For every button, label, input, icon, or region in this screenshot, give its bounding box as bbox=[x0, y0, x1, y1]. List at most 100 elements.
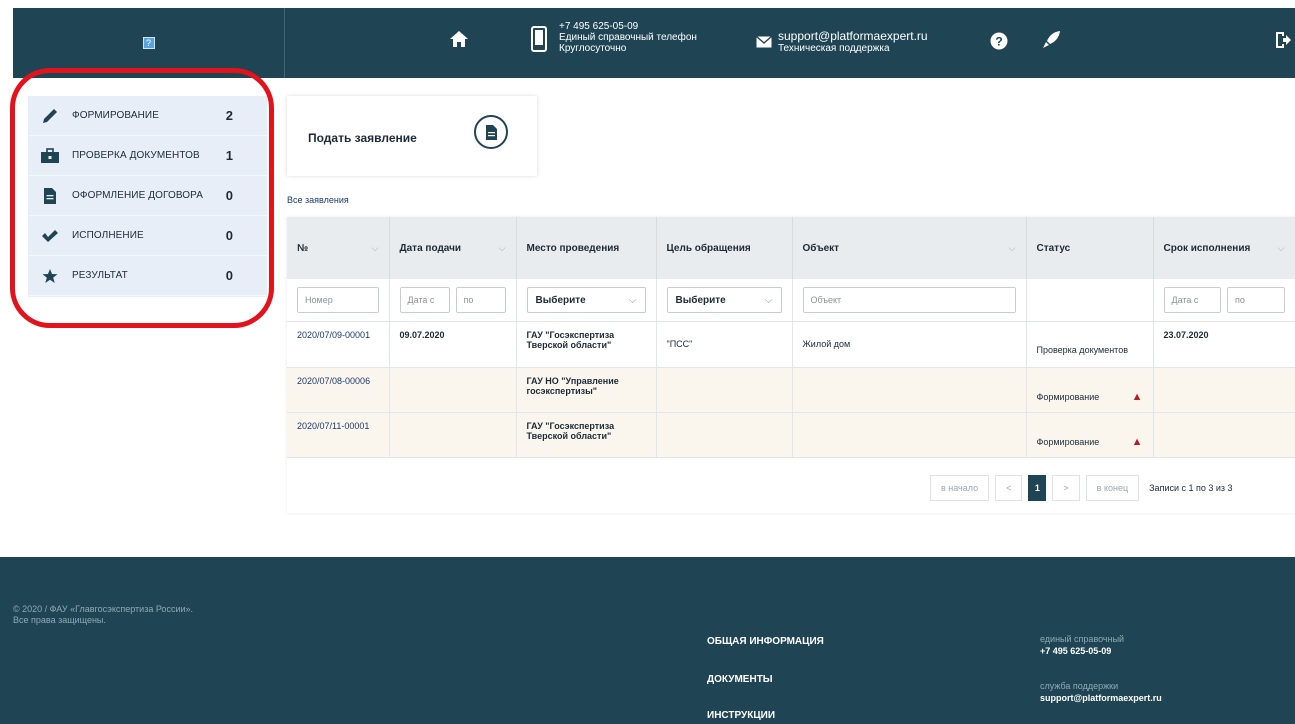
footer-support-value[interactable]: support@platformaexpert.ru bbox=[1040, 693, 1162, 703]
logo-icon[interactable]: ? bbox=[142, 37, 155, 49]
card-title: Подать заявление bbox=[308, 131, 417, 145]
rocket-icon[interactable] bbox=[1040, 29, 1062, 51]
new-application-button[interactable] bbox=[474, 115, 508, 149]
page-1-button[interactable]: 1 bbox=[1028, 475, 1047, 501]
pagination: в начало < 1 > в конец Записи с 1 по 3 и… bbox=[930, 475, 1233, 501]
column-header-goal[interactable]: Цель обращения bbox=[656, 217, 793, 279]
sidebar-item-label: ФОРМИРОВАНИЕ bbox=[72, 110, 159, 121]
application-number-link[interactable]: 2020/07/11-00001 bbox=[297, 421, 369, 431]
pen-icon bbox=[28, 107, 72, 125]
sidebar-item-execution[interactable]: ИСПОЛНЕНИЕ 0 bbox=[28, 216, 267, 256]
phone-block: +7 495 625-05-09 Единый справочный телеф… bbox=[559, 21, 697, 54]
support-block: support@platformaexpert.ru Техническая п… bbox=[778, 29, 928, 54]
footer-support-label: служба поддержки bbox=[1040, 681, 1119, 691]
deadline-from-input[interactable]: Дата с bbox=[1163, 287, 1221, 313]
phone-hours: Круглосуточно bbox=[559, 43, 627, 54]
status-cell: Проверка документов bbox=[1037, 330, 1143, 355]
deadline-cell bbox=[1153, 412, 1295, 458]
status-cell: Формирование ▲ bbox=[1037, 376, 1143, 403]
place-cell: ГАУ "Госэкспертиза Тверской области" bbox=[516, 412, 657, 458]
sidebar-item-document-check[interactable]: ПРОВЕРКА ДОКУМЕНТОВ 1 bbox=[28, 136, 267, 176]
table-row[interactable]: 2020/07/08-00006 ГАУ НО "Управление госэ… bbox=[287, 367, 1295, 413]
svg-text:?: ? bbox=[995, 35, 1002, 49]
logout-icon[interactable] bbox=[1275, 31, 1291, 49]
last-page-button[interactable]: в конец bbox=[1085, 475, 1140, 501]
column-header-number[interactable]: № ⌵ bbox=[287, 217, 390, 279]
sidebar-item-result[interactable]: РЕЗУЛЬТАТ 0 bbox=[28, 256, 267, 296]
status-cell: Формирование ▲ bbox=[1037, 421, 1143, 448]
sidebar-item-label: РЕЗУЛЬТАТ bbox=[72, 270, 128, 281]
support-email[interactable]: support@platformaexpert.ru bbox=[778, 29, 928, 43]
prev-page-button[interactable]: < bbox=[995, 475, 1023, 501]
column-header-date[interactable]: Дата подачи ⌵ bbox=[389, 217, 517, 279]
deadline-cell: 23.07.2020 bbox=[1153, 321, 1295, 368]
application-number-link[interactable]: 2020/07/08-00006 bbox=[297, 376, 370, 386]
table-row[interactable]: 2020/07/09-00001 09.07.2020 ГАУ "Госэксп… bbox=[287, 321, 1295, 368]
deadline-cell bbox=[1153, 367, 1295, 413]
first-page-button[interactable]: в начало bbox=[930, 475, 990, 501]
records-info: Записи с 1 по 3 из 3 bbox=[1149, 483, 1233, 493]
submit-date bbox=[389, 367, 517, 413]
phone-description: Единый справочный телефон bbox=[559, 32, 697, 43]
table-filter-row: Номер Дата с по Выберите ⌵ Выберите ⌵ Объек… bbox=[287, 279, 1295, 322]
applications-table-panel: № ⌵ Дата подачи ⌵ Место проведения Цель об… bbox=[287, 217, 1295, 513]
goal-select[interactable]: Выберите ⌵ bbox=[666, 287, 782, 313]
application-number-link[interactable]: 2020/07/09-00001 bbox=[297, 330, 370, 340]
deadline-to-input[interactable]: по bbox=[1227, 287, 1285, 313]
footer-phone-label: единый справочный bbox=[1040, 634, 1125, 644]
place-cell: ГАУ "Госэкспертиза Тверской области" bbox=[516, 321, 657, 368]
sidebar-item-label: ИСПОЛНЕНИЕ bbox=[72, 230, 144, 241]
sidebar-item-count: 0 bbox=[225, 228, 233, 243]
logo-area[interactable]: ? bbox=[13, 8, 285, 78]
object-cell bbox=[792, 412, 1027, 458]
copyright: © 2020 / ФАУ «Главгосэкспертиза России».… bbox=[13, 604, 193, 625]
next-page-button[interactable]: > bbox=[1052, 475, 1080, 501]
footer-link-documents[interactable]: ДОКУМЕНТЫ bbox=[707, 674, 773, 685]
number-filter-input[interactable]: Номер bbox=[297, 287, 379, 313]
sidebar-item-count: 1 bbox=[225, 148, 233, 163]
column-header-status[interactable]: Статус bbox=[1026, 217, 1154, 279]
status-text: Формирование bbox=[1036, 392, 1100, 402]
footer-link-instructions[interactable]: ИНСТРУКЦИИ bbox=[707, 710, 775, 721]
place-select[interactable]: Выберите ⌵ bbox=[526, 287, 646, 313]
sidebar-item-count: 0 bbox=[225, 188, 233, 203]
footer-phone-value[interactable]: +7 495 625-05-09 bbox=[1040, 646, 1111, 656]
chevron-down-icon: ⌵ bbox=[628, 294, 637, 306]
document-icon bbox=[28, 187, 72, 205]
help-icon[interactable]: ? bbox=[990, 32, 1008, 50]
sidebar-item-contract[interactable]: ОФОРМЛЕНИЕ ДОГОВОРА 0 bbox=[28, 176, 267, 216]
person-icon: ▲ bbox=[1131, 391, 1143, 403]
chevron-down-icon[interactable]: ⌵ bbox=[1278, 243, 1285, 254]
home-icon[interactable] bbox=[449, 30, 469, 48]
submit-date bbox=[389, 412, 517, 458]
goal-cell: "ПСС" bbox=[656, 321, 793, 368]
sidebar-item-formation[interactable]: ФОРМИРОВАНИЕ 2 bbox=[28, 96, 267, 136]
phone-number: +7 495 625-05-09 bbox=[559, 21, 639, 32]
all-applications-link[interactable]: Все заявления bbox=[287, 195, 349, 205]
column-header-place[interactable]: Место проведения bbox=[516, 217, 657, 279]
chevron-down-icon[interactable]: ⌵ bbox=[1009, 243, 1016, 254]
chevron-down-icon[interactable]: ⌵ bbox=[372, 243, 379, 254]
status-text: Формирование bbox=[1036, 437, 1100, 447]
column-header-object[interactable]: Объект ⌵ bbox=[792, 217, 1027, 279]
sidebar-item-count: 2 bbox=[225, 108, 233, 123]
date-from-input[interactable]: Дата с bbox=[399, 287, 450, 313]
mobile-phone-icon bbox=[531, 26, 547, 52]
object-filter-input[interactable]: Объект bbox=[802, 287, 1016, 313]
column-header-deadline[interactable]: Срок исполнения ⌵ bbox=[1153, 217, 1295, 279]
goal-cell bbox=[656, 412, 793, 458]
document-icon bbox=[485, 124, 497, 140]
chevron-down-icon[interactable]: ⌵ bbox=[499, 243, 506, 254]
page-footer: © 2020 / ФАУ «Главгосэкспертиза России».… bbox=[0, 557, 1295, 724]
submit-application-card[interactable]: Подать заявление bbox=[287, 96, 537, 176]
place-cell: ГАУ НО "Управление госэкспертизы" bbox=[516, 367, 657, 413]
checkmark-icon bbox=[28, 229, 72, 243]
support-description: Техническая поддержка bbox=[778, 43, 890, 54]
footer-link-general-info[interactable]: ОБЩАЯ ИНФОРМАЦИЯ bbox=[707, 636, 824, 647]
top-header: ? +7 495 625-05-09 Единый справочный тел… bbox=[0, 0, 1295, 78]
goal-cell bbox=[656, 367, 793, 413]
table-row[interactable]: 2020/07/11-00001 ГАУ "Госэкспертиза Твер… bbox=[287, 412, 1295, 458]
status-text: Проверка документов bbox=[1036, 345, 1128, 355]
date-to-input[interactable]: по bbox=[455, 287, 506, 313]
applications-table: № ⌵ Дата подачи ⌵ Место проведения Цель об… bbox=[287, 217, 1295, 458]
